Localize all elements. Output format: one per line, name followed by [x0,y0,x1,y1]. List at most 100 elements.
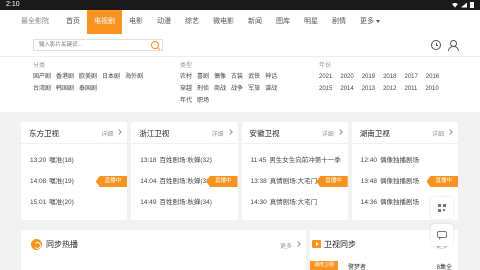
qr-code-button[interactable] [431,197,453,219]
detail-link[interactable]: 详细 [101,129,113,138]
filter-option[interactable]: 农村 [180,71,192,83]
card-header: 湖南卫视 详细 [351,122,458,144]
program-title: 百姓剧场:秋蝉(34) [159,199,212,206]
filter-option[interactable]: 武侠 [248,71,260,83]
channel-name: 东方卫视 [29,129,59,138]
filter-option[interactable]: 日本剧 [102,71,120,83]
card-header: 安徽卫视 详细 [241,122,348,144]
detail-link[interactable]: 详细 [322,129,334,138]
program-item[interactable]: 13:48 偶像独播剧场 直播中 [352,171,458,192]
program-item[interactable]: 12:40 偶像独播剧场 [352,150,458,171]
program-time: 14:30 [250,199,267,206]
filter-option[interactable]: 2010 [425,83,438,95]
program-title: 偶像独播剧场 [380,157,420,164]
nav-item-micro-film[interactable]: 微电影 [206,10,241,34]
filter-option[interactable]: 2016 [426,71,439,83]
filter-option[interactable]: 军旅 [248,83,260,95]
filter-option[interactable]: 2020 [340,71,353,83]
chevron-right-icon[interactable] [226,129,233,135]
program-item[interactable]: 15:01 嘱准(20) [21,192,127,213]
nav-item-news[interactable]: 新闻 [241,10,269,34]
chevron-right-icon[interactable] [295,241,301,247]
filter-option[interactable]: 台湾剧 [33,83,51,95]
program-time: 14:36 [360,199,378,206]
detail-link[interactable]: 详细 [432,129,444,138]
filter-option[interactable]: 韩国剧 [56,83,74,95]
card-header: 浙江卫视 详细 [131,122,238,144]
program-item[interactable]: 14:49 百姓剧场:秋蝉(34) [131,192,237,213]
program-time: 13:18 [140,157,157,164]
filter-option[interactable]: 偶像 [214,71,226,83]
filter-option[interactable]: 2012 [383,83,396,95]
channel-cards: 东方卫视 详细 13:20 嘱准(18) 14:08 嘱准(19) 直播中 15:01… [21,122,458,220]
wifi-icon [452,2,458,8]
filter-option[interactable]: 国产剧 [33,71,51,83]
chevron-right-icon[interactable] [336,129,343,135]
filter-genre-title: 类型 [180,63,193,69]
filter-option[interactable]: 2018 [383,71,396,83]
nav-item-more[interactable]: 更多 [353,10,387,34]
signal-icon [461,2,467,8]
program-title: 嘱准(20) [49,199,74,206]
search-input[interactable] [33,39,163,51]
hot-more-link[interactable]: 更多 [280,241,292,250]
program-time: 13:20 [30,157,47,164]
nav-item-home[interactable]: 首页 [59,10,87,34]
filter-year: 年份 2021 2020 2019 2018 2017 2016 2015 20… [319,57,439,95]
channel-name: 湖南卫视 [359,129,390,138]
filter-option[interactable]: 2011 [404,83,417,95]
nav-item-gallery[interactable]: 图库 [269,10,297,34]
filter-option[interactable]: 穿越 [180,83,192,95]
filter-option[interactable]: 2014 [340,83,353,95]
filter-option[interactable]: 刑侦 [197,83,209,95]
filter-option[interactable]: 神话 [265,71,277,83]
top-nav: 最全影院 首页 电视剧 电影 动漫 综艺 微电影 新闻 图库 明星 剧情 更多 [0,10,480,34]
channel-card: 浙江卫视 详细 13:18 百姓剧场:秋蝉(32) 14:04 百姓剧场:秋蝉(33… [131,122,238,220]
program-item[interactable]: 14:08 嘱准(19) 直播中 [21,171,128,192]
program-item[interactable]: 14:04 百姓剧场:秋蝉(33) 直播中 [131,171,238,192]
filter-option[interactable]: 香港剧 [56,71,74,83]
program-item[interactable]: 13:20 嘱准(18) [21,150,127,171]
nav-item-stars[interactable]: 明星 [297,10,325,34]
program-title: 百姓剧场:秋蝉(32) [159,157,212,164]
filter-option[interactable]: 2013 [362,83,375,95]
filter-option[interactable]: 喜剧 [197,71,209,83]
chevron-right-icon[interactable] [116,129,123,135]
program-item[interactable]: 11:45 男生女生向前冲第十一季 [242,150,348,171]
program-time: 11:45 [250,157,267,164]
filter-option[interactable]: 年代 [180,95,192,107]
program-item[interactable]: 14:30 真情剧场:大宅门 [242,192,348,213]
feedback-button[interactable] [431,224,453,246]
program-item[interactable]: 13:18 百姓剧场:秋蝉(32) [131,150,237,171]
filter-option[interactable]: 海外剧 [125,71,143,83]
tv-icon [312,240,321,248]
brand-logo[interactable]: 最全影院 [0,10,59,34]
chevron-right-icon[interactable] [447,129,453,135]
live-badge: 直播中 [205,176,238,187]
program-title: 男生女生向前冲第十一季 [269,157,341,164]
nav-item-plot[interactable]: 剧情 [325,10,353,34]
search-icon[interactable] [151,41,159,49]
nav-item-anime[interactable]: 动漫 [150,10,178,34]
filter-option[interactable]: 古装 [231,71,243,83]
filter-option[interactable]: 泰国剧 [79,83,97,95]
nav-item-movie[interactable]: 电影 [122,10,150,34]
filter-option[interactable]: 战争 [231,83,243,95]
detail-link[interactable]: 详细 [211,129,223,138]
filter-option[interactable]: 欧美剧 [79,71,97,83]
nav-item-variety[interactable]: 综艺 [178,10,206,34]
nav-item-tv-series[interactable]: 电视剧 [87,10,122,34]
filter-option[interactable]: 2019 [362,71,375,83]
filter-option[interactable]: 2021 [319,71,332,83]
filter-option[interactable]: 商战 [214,83,226,95]
filter-region-title: 分类 [33,63,46,69]
filter-option[interactable]: 2015 [319,83,332,95]
filter-option[interactable]: 职场 [197,95,209,107]
filter-option[interactable]: 谍战 [265,83,277,95]
history-clock-icon[interactable] [431,40,441,50]
filter-option[interactable]: 2017 [404,71,417,83]
user-icon[interactable] [447,40,459,51]
program-item[interactable]: 13:38 真情剧场:大宅门 直播中 [242,171,348,192]
program-time: 14:04 [140,178,157,185]
rank-show-name[interactable]: 警梦者 [348,262,366,270]
